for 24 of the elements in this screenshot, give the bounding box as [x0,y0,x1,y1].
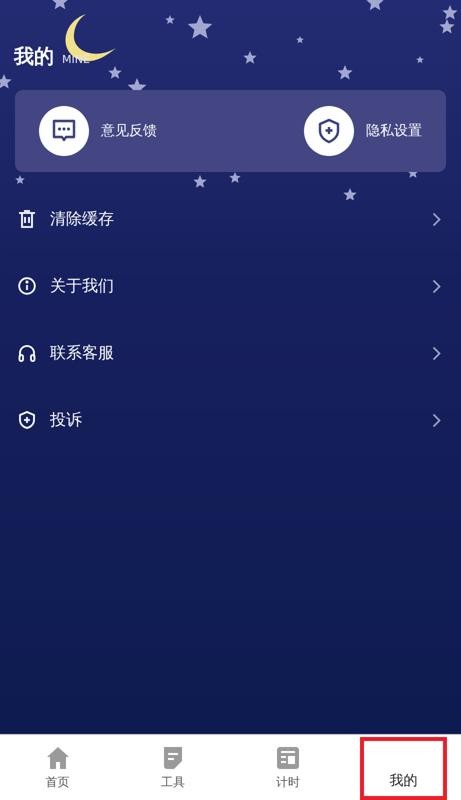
tab[interactable]: 工具 [129,737,216,800]
chevron-right-icon [432,212,441,226]
chevron-right-icon [432,346,441,360]
menu-item[interactable]: 联系客服 [50,342,432,364]
shield-plus-icon [18,411,36,429]
headset-icon [18,344,36,362]
page-subtitle: MINE [62,52,90,68]
tab[interactable]: 首页 [14,737,102,800]
menu-item[interactable]: 投诉 [50,410,432,430]
tab[interactable]: 我的 [360,737,447,800]
trash-icon [18,210,36,228]
page-title: 我的 [14,44,54,68]
info-icon [18,277,36,295]
chat-bubble-icon[interactable] [39,106,89,156]
home-icon [46,746,70,770]
menu-item[interactable]: 关于我们 [50,276,432,296]
menu-item[interactable]: 清除缓存 [50,208,432,230]
quick-action-label[interactable]: 隐私设置 [366,122,422,140]
shield-plus-icon[interactable] [304,106,354,156]
quick-action-label[interactable]: 意见反馈 [101,122,157,140]
chevron-right-icon [432,278,441,294]
chevron-right-icon [432,412,441,428]
tab[interactable]: 计时 [244,737,332,800]
panel-icon [276,746,300,770]
